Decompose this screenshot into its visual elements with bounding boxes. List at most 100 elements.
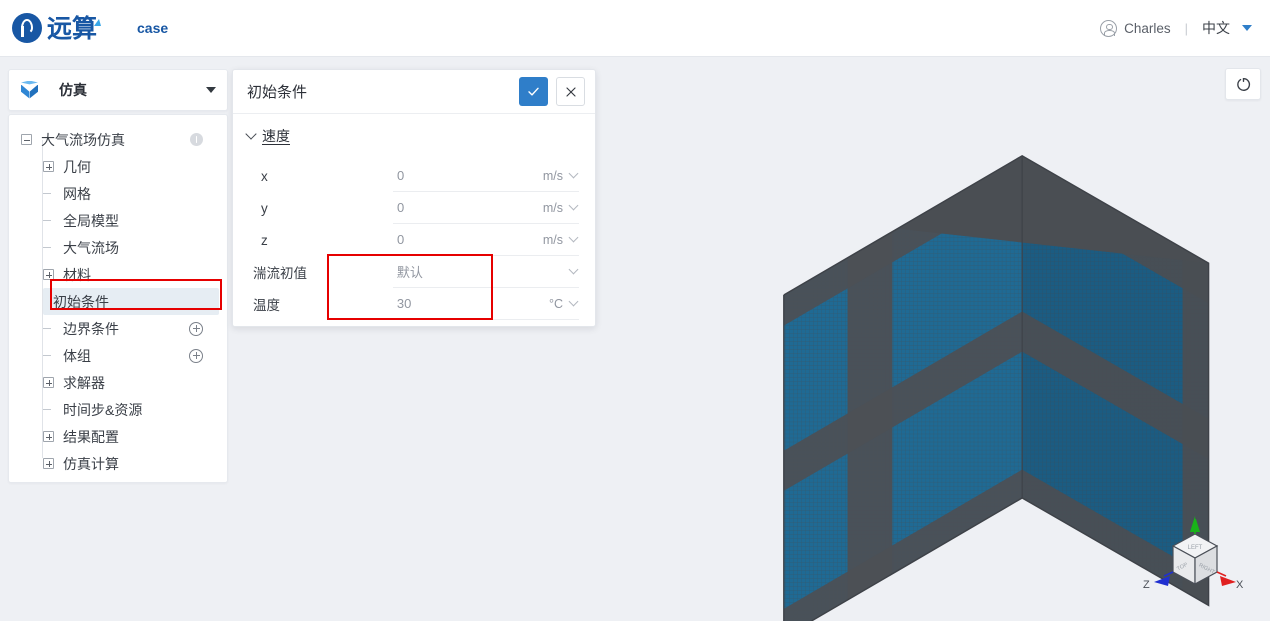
chevron-down-icon[interactable] <box>1242 25 1252 31</box>
field-input[interactable] <box>392 256 511 288</box>
tree-item-4[interactable]: 大气流场 <box>43 234 219 261</box>
chevron-down-icon <box>568 168 579 179</box>
cube-icon <box>20 80 39 100</box>
brand-logo[interactable]: 远算 <box>12 13 102 43</box>
tree-item-2[interactable]: 网格 <box>43 180 219 207</box>
expand-toggle-icon[interactable] <box>43 377 54 388</box>
check-icon <box>528 87 539 96</box>
topbar-separator: | <box>1184 20 1188 36</box>
top-bar: 远算 case Charles | 中文 <box>0 0 1270 57</box>
field-input[interactable] <box>392 288 511 320</box>
velocity-group-header[interactable]: 速度 <box>245 126 579 146</box>
tree-item-label: 材料 <box>63 266 91 283</box>
axis-label-z: Z <box>1143 579 1150 591</box>
case-name[interactable]: case <box>137 20 168 36</box>
tree-item-11[interactable]: 结果配置 <box>43 423 219 450</box>
tree-item-8[interactable]: 体组 <box>43 342 219 369</box>
tree-branch-icon <box>43 404 54 415</box>
field-input[interactable] <box>393 160 511 192</box>
unit-dropdown[interactable]: m/s <box>511 192 579 224</box>
confirm-button[interactable] <box>519 77 548 106</box>
tree-branch-icon <box>43 242 54 253</box>
expand-toggle-icon[interactable] <box>43 161 54 172</box>
sidebar-header-label: 仿真 <box>59 82 87 98</box>
unit-label: °C <box>548 296 563 311</box>
chevron-down-icon <box>568 200 579 211</box>
svg-text:LEFT: LEFT <box>1188 545 1203 551</box>
field-label: 湍流初值 <box>253 266 307 281</box>
axis-triad-widget[interactable]: LEFT TOP RIGHT Y X Z <box>1140 504 1250 609</box>
field-input[interactable] <box>393 224 511 256</box>
expand-toggle-icon[interactable] <box>43 431 54 442</box>
field-row-0: x m/s <box>247 160 579 192</box>
top-bar-right: Charles | 中文 <box>1100 18 1252 38</box>
tree-item-label: 求解器 <box>63 374 105 391</box>
field-row-4: 温度 °C <box>247 288 579 320</box>
field-row-2: z m/s <box>247 224 579 256</box>
chevron-down-icon[interactable] <box>206 87 216 93</box>
field-row-3: 湍流初值 <box>247 256 579 288</box>
reset-view-button[interactable] <box>1225 68 1261 100</box>
tree-item-5[interactable]: 材料 <box>43 261 219 288</box>
info-icon[interactable] <box>190 133 203 146</box>
tree-item-10[interactable]: 时间步&资源 <box>43 396 219 423</box>
app-root: 远算 case Charles | 中文 仿真 大气流场仿真 几何 网格 全局模型 大气… <box>0 0 1270 621</box>
3d-viewport[interactable]: LEFT TOP RIGHT Y X Z <box>600 57 1270 621</box>
rotate-reset-icon <box>1236 77 1250 91</box>
tree-item-label: 结果配置 <box>63 428 119 445</box>
unit-dropdown[interactable]: m/s <box>511 224 579 256</box>
add-circle-icon[interactable] <box>189 348 203 363</box>
tree-branch-icon <box>43 188 54 199</box>
tree-item-label: 几何 <box>63 158 91 175</box>
add-circle-icon[interactable] <box>189 321 203 336</box>
unit-dropdown[interactable]: m/s <box>511 160 579 192</box>
field-label: x <box>261 168 268 184</box>
user-menu[interactable]: Charles <box>1100 19 1171 37</box>
dialog-header: 初始条件 <box>233 70 595 114</box>
velocity-group-label: 速度 <box>262 128 290 144</box>
unit-dropdown[interactable] <box>510 256 579 288</box>
tree-item-6[interactable]: 初始条件 <box>43 288 219 315</box>
tree-item-0[interactable]: 大气流场仿真 <box>21 126 219 153</box>
expand-toggle-icon[interactable] <box>43 458 54 469</box>
sidebar-header[interactable]: 仿真 <box>8 69 228 111</box>
tree-item-label: 边界条件 <box>63 320 119 337</box>
axis-z-arrow <box>1154 576 1170 586</box>
tree-item-label: 大气流场 <box>63 239 119 256</box>
language-selector[interactable]: 中文 <box>1202 18 1230 38</box>
field-input[interactable] <box>393 192 511 224</box>
yuansuan-logo-icon <box>12 13 42 43</box>
initial-conditions-dialog: 初始条件 速度 x m/s y m/s z m/s 湍流初值温度 °C <box>232 69 596 327</box>
field-label: 温度 <box>253 298 280 313</box>
tree-item-label: 时间步&资源 <box>63 401 143 418</box>
dialog-body: 速度 x m/s y m/s z m/s 湍流初值温度 °C <box>233 114 595 320</box>
unit-label: m/s <box>542 200 563 215</box>
tree-item-label: 初始条件 <box>53 293 109 310</box>
dialog-title: 初始条件 <box>247 84 308 101</box>
chevron-down-icon <box>245 128 257 140</box>
tree-item-label: 网格 <box>63 185 91 202</box>
field-label: y <box>261 200 268 216</box>
tree-item-3[interactable]: 全局模型 <box>43 207 219 234</box>
tree-item-9[interactable]: 求解器 <box>43 369 219 396</box>
field-label: z <box>261 232 268 248</box>
axis-x-arrow <box>1220 576 1236 586</box>
unit-label: m/s <box>542 168 563 183</box>
close-icon <box>565 86 576 97</box>
tree-item-12[interactable]: 仿真计算 <box>43 450 219 477</box>
collapse-toggle-icon[interactable] <box>21 134 32 145</box>
tree-branch-icon <box>43 350 54 361</box>
tree-item-1[interactable]: 几何 <box>43 153 219 180</box>
field-row-1: y m/s <box>247 192 579 224</box>
model-tree-panel: 大气流场仿真几何网格全局模型大气流场材料初始条件边界条件体组求解器时间步&资源结… <box>8 114 228 483</box>
unit-dropdown[interactable]: °C <box>510 288 579 320</box>
user-avatar-icon <box>1100 19 1118 37</box>
expand-toggle-icon[interactable] <box>43 269 54 280</box>
tree-item-7[interactable]: 边界条件 <box>43 315 219 342</box>
axis-label-y: Y <box>1192 510 1200 522</box>
cancel-button[interactable] <box>556 77 585 106</box>
dialog-actions <box>519 77 585 106</box>
tree-item-label: 大气流场仿真 <box>41 131 125 148</box>
brand-name: 远算 <box>47 13 98 43</box>
axis-label-x: X <box>1236 579 1244 591</box>
